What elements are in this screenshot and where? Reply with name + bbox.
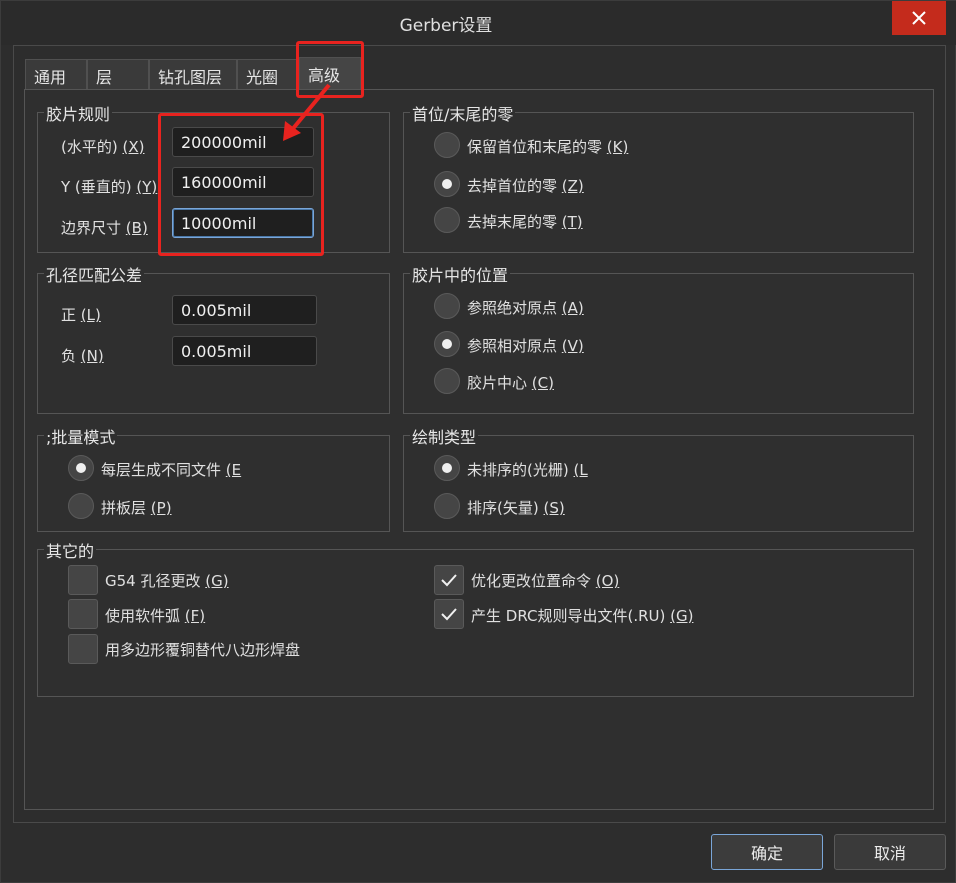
tab-label: 高级 [308,66,341,85]
panelize-layers-label: 拼板层 (P) [101,499,172,517]
close-button[interactable] [892,1,946,35]
group-title: 胶片中的位置 [410,262,511,286]
border-size-input[interactable] [172,208,314,238]
absolute-origin-label: 参照绝对原点 (A) [467,299,584,317]
minus-tolerance-input[interactable] [172,336,317,366]
optimize-position-label: 优化更改位置命令 (O) [471,572,620,590]
border-size-label: 边界尺寸 (B) [61,219,148,237]
group-title: 孔径匹配公差 [44,262,145,286]
plus-tolerance-input[interactable] [172,295,317,325]
suppress-leading-radio[interactable] [434,171,460,197]
tab-label: 光圈 [246,68,279,87]
vertical-label: Y (垂直的) (Y) [61,178,158,196]
minus-tolerance-label: 负 (N) [61,347,104,365]
window-title: Gerber设置 [399,16,493,36]
suppress-trailing-radio[interactable] [434,207,460,233]
tab-drill-drawing[interactable]: 钻孔图层 [149,59,237,89]
relative-origin-radio[interactable] [434,331,460,357]
cancel-button[interactable]: 取消 [834,834,946,870]
tab-label: 层 [96,68,113,87]
suppress-trailing-label: 去掉末尾的零 (T) [467,213,583,231]
absolute-origin-radio[interactable] [434,293,460,319]
tab-advanced[interactable]: 高级 [299,57,361,89]
close-icon [912,11,926,25]
g54-aperture-checkbox[interactable] [68,565,98,595]
keep-zeros-radio[interactable] [434,132,460,158]
title-bar: Gerber设置 [1,1,956,45]
optimize-position-checkbox[interactable] [434,565,464,595]
sorted-vector-label: 排序(矢量) (S) [467,499,565,517]
group-title: ;批量模式 [44,424,118,448]
relative-origin-label: 参照相对原点 (V) [467,337,584,355]
g54-aperture-label: G54 孔径更改 (G) [105,572,229,590]
group-title: 绘制类型 [410,424,479,448]
gerber-settings-dialog: Gerber设置 通用 层 钻孔图层 光圈 高级 胶片规则 (水平的) (X) … [0,0,956,883]
plus-tolerance-label: 正 (L) [61,306,101,324]
unsorted-raster-label: 未排序的(光栅) (L [467,461,588,479]
separate-file-per-layer-label: 每层生成不同文件 (E [101,461,242,479]
polygon-octagon-label: 用多边形覆铜替代八边形焊盘 [105,641,301,659]
keep-zeros-label: 保留首位和末尾的零 (K) [467,138,629,156]
drc-export-label: 产生 DRC规则导出文件(.RU) (G) [471,607,694,625]
film-center-label: 胶片中心 (C) [467,374,554,392]
film-center-radio[interactable] [434,368,460,394]
batch-mode-group: ;批量模式 [37,424,390,532]
tab-general[interactable]: 通用 [25,59,87,89]
unsorted-raster-radio[interactable] [434,455,460,481]
separate-file-per-layer-radio[interactable] [68,455,94,481]
software-arcs-label: 使用软件弧 (F) [105,607,206,625]
group-title: 胶片规则 [44,101,113,125]
checkmark-icon [441,608,457,621]
drc-export-checkbox[interactable] [434,599,464,629]
group-title: 首位/末尾的零 [410,101,516,125]
checkmark-icon [441,574,457,587]
horizontal-label: (水平的) (X) [61,138,145,156]
software-arcs-checkbox[interactable] [68,599,98,629]
tab-label: 通用 [34,68,67,87]
tab-apertures[interactable]: 光圈 [237,59,299,89]
film-height-input[interactable] [172,167,314,197]
tab-layers[interactable]: 层 [87,59,149,89]
panelize-layers-radio[interactable] [68,493,94,519]
suppress-leading-label: 去掉首位的零 (Z) [467,177,584,195]
polygon-octagon-checkbox[interactable] [68,634,98,664]
film-width-input[interactable] [172,127,314,157]
group-title: 其它的 [44,538,97,562]
ok-button[interactable]: 确定 [711,834,823,870]
sorted-vector-radio[interactable] [434,493,460,519]
tab-label: 钻孔图层 [158,68,223,87]
